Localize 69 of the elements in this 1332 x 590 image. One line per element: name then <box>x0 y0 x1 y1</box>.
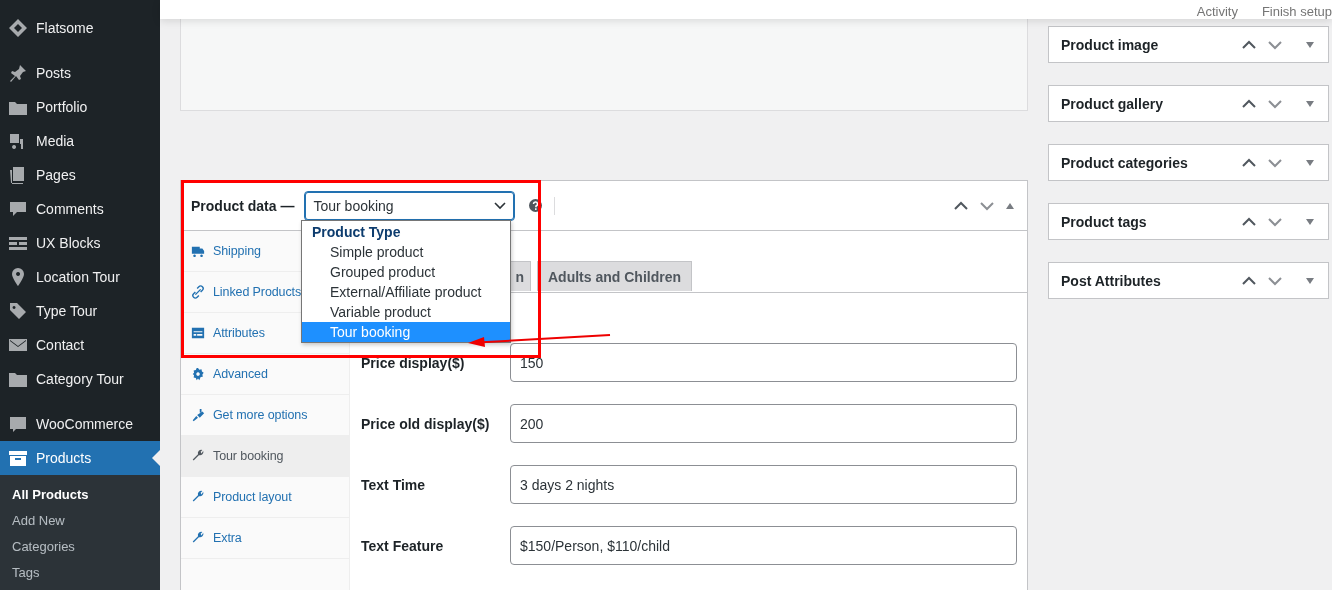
meta-box-title: Product tags <box>1061 213 1148 230</box>
submenu-item[interactable]: Tags <box>0 560 160 586</box>
speech-bubble-icon <box>8 414 28 434</box>
collapse-triangle-icon[interactable] <box>1305 158 1315 167</box>
tag-icon <box>8 301 28 321</box>
menu-item[interactable]: Products <box>0 441 160 475</box>
menu-item[interactable]: WooCommerce <box>0 407 160 441</box>
menu-item[interactable]: Pages <box>0 158 160 192</box>
submenu-item[interactable]: All Products <box>0 482 160 508</box>
meta-box-title: Product gallery <box>1061 95 1164 112</box>
menu-item[interactable]: Flatsome <box>0 11 160 45</box>
diamond-logo-icon <box>8 18 28 38</box>
comment-icon <box>8 199 28 219</box>
menu-item[interactable]: Location Tour <box>0 260 160 294</box>
pin-icon <box>8 63 28 83</box>
field-label: Price display($) <box>361 354 466 371</box>
text-field[interactable]: $150/Person, $110/child <box>510 526 1017 565</box>
panel-tab[interactable]: Extra <box>181 518 349 559</box>
menu-item[interactable]: UX Blocks <box>0 226 160 260</box>
list-card-icon <box>191 325 205 341</box>
collapse-triangle-icon[interactable] <box>1305 99 1315 108</box>
submenu-item[interactable]: Categories <box>0 534 160 560</box>
move-down-icon[interactable] <box>979 199 995 212</box>
expand-triangle-icon[interactable] <box>1005 201 1015 210</box>
product-type-select[interactable]: Tour booking <box>304 190 516 221</box>
plug-icon <box>191 407 205 423</box>
link-icon <box>191 284 205 300</box>
menu-item[interactable]: Comments <box>0 192 160 226</box>
text-field[interactable]: 150 <box>510 343 1017 382</box>
archive-box-icon <box>8 448 28 468</box>
menu-item[interactable]: Category Tour <box>0 362 160 396</box>
menu-item[interactable]: Media <box>0 124 160 158</box>
gear-icon <box>191 366 205 382</box>
header-link[interactable]: Activity <box>1196 0 1238 19</box>
submenu-item[interactable]: Add New <box>0 508 160 534</box>
move-down-icon[interactable] <box>1267 38 1283 51</box>
field-label: Text Time <box>361 476 427 493</box>
panel-tab[interactable]: Tour booking <box>181 436 349 477</box>
move-down-icon[interactable] <box>1267 274 1283 287</box>
menu-item[interactable]: Contact <box>0 328 160 362</box>
move-up-icon[interactable] <box>1241 156 1257 169</box>
move-up-icon[interactable] <box>953 199 969 212</box>
panel-title: Product data — <box>191 197 295 214</box>
move-up-icon[interactable] <box>1241 274 1257 287</box>
chevron-down-icon <box>494 201 507 210</box>
meta-box-title: Post Attributes <box>1061 272 1162 289</box>
menu-item[interactable]: Posts <box>0 56 160 90</box>
move-up-icon[interactable] <box>1241 97 1257 110</box>
text-field[interactable]: 3 days 2 nights <box>510 465 1017 504</box>
move-down-icon[interactable] <box>1267 156 1283 169</box>
meta-box-title: Product categories <box>1061 154 1189 171</box>
meta-box-title: Product image <box>1061 36 1160 53</box>
field-label: Text Feature <box>361 537 445 554</box>
panel-tab[interactable]: Product layout <box>181 477 349 518</box>
field-label: Price old display($) <box>361 415 491 432</box>
move-down-icon[interactable] <box>1267 215 1283 228</box>
menu-item[interactable]: Type Tour <box>0 294 160 328</box>
text-field[interactable]: 200 <box>510 404 1017 443</box>
collapse-triangle-icon[interactable] <box>1305 276 1315 285</box>
panel-tab[interactable]: Advanced <box>181 354 349 395</box>
move-down-icon[interactable] <box>1267 97 1283 110</box>
move-up-icon[interactable] <box>1241 215 1257 228</box>
menu-item[interactable]: Portfolio <box>0 90 160 124</box>
content-tab[interactable]: Adults and Children <box>537 261 692 291</box>
move-up-icon[interactable] <box>1241 38 1257 51</box>
collapse-triangle-icon[interactable] <box>1305 40 1315 49</box>
collapse-triangle-icon[interactable] <box>1305 217 1315 226</box>
help-icon[interactable] <box>529 199 543 212</box>
header-link[interactable]: Finish setup <box>1261 0 1332 19</box>
